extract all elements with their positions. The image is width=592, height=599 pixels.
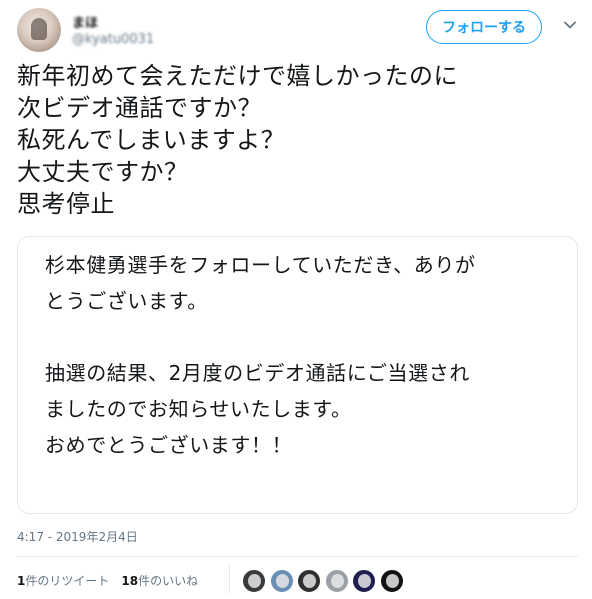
tweet-line: 私死んでしまいますよ？	[17, 126, 286, 154]
tweet: まほ @kyatu0031 フォローする 新年初めて会えただけで嬉しかったのに …	[0, 0, 592, 599]
like-count-label: 件のいいね	[138, 574, 199, 588]
liker-avatar[interactable]	[379, 569, 404, 593]
timestamp[interactable]: 4:17 - 2019年2月4日	[17, 528, 138, 545]
divider	[17, 556, 578, 557]
liker-avatar[interactable]	[324, 569, 349, 593]
liker-avatar[interactable]	[297, 569, 321, 593]
card-line: とうございます。	[45, 289, 208, 313]
tweet-text: 新年初めて会えただけで嬉しかったのに 次ビデオ通話ですか？ 私死んでしまいますよ…	[17, 60, 577, 220]
card-line: 抽選の結果、2月度のビデオ通話にご当選され	[45, 361, 470, 385]
card-line: おめでとうございます！！	[45, 433, 293, 457]
user-handle[interactable]: @kyatu0031	[72, 32, 154, 47]
like-count[interactable]: 18件のいいね	[121, 572, 198, 589]
like-count-value: 18	[121, 574, 139, 588]
retweet-count[interactable]: 1件のリツイート	[17, 572, 109, 589]
display-name[interactable]: まほ	[72, 12, 98, 31]
card-line: ましたのでお知らせいたします。	[45, 397, 352, 421]
liker-avatars	[242, 569, 407, 593]
chevron-down-icon[interactable]	[563, 18, 577, 32]
attached-image-card[interactable]: 杉本健勇選手をフォローしていただき、ありが とうございます。 抽選の結果、2月度…	[17, 236, 578, 514]
tweet-line: 思考停止	[17, 190, 115, 218]
liker-avatar[interactable]	[352, 569, 376, 593]
tweet-header: まほ @kyatu0031 フォローする	[14, 8, 578, 52]
tweet-line: 新年初めて会えただけで嬉しかったのに	[17, 62, 458, 90]
avatar[interactable]	[17, 8, 61, 52]
liker-avatar[interactable]	[242, 569, 266, 593]
card-line: 杉本健勇選手をフォローしていただき、ありが	[45, 253, 476, 277]
card-text: 杉本健勇選手をフォローしていただき、ありが とうございます。 抽選の結果、2月度…	[45, 247, 565, 463]
follow-button[interactable]: フォローする	[426, 10, 542, 44]
tweet-line: 次ビデオ通話ですか？	[17, 94, 262, 122]
stats-separator	[229, 564, 230, 594]
tweet-stats: 1件のリツイート 18件のいいね	[17, 572, 210, 589]
retweet-count-label: 件のリツイート	[25, 574, 110, 588]
card-line	[45, 319, 565, 355]
liker-avatar[interactable]	[269, 569, 294, 593]
tweet-line: 大丈夫ですか？	[17, 158, 189, 186]
